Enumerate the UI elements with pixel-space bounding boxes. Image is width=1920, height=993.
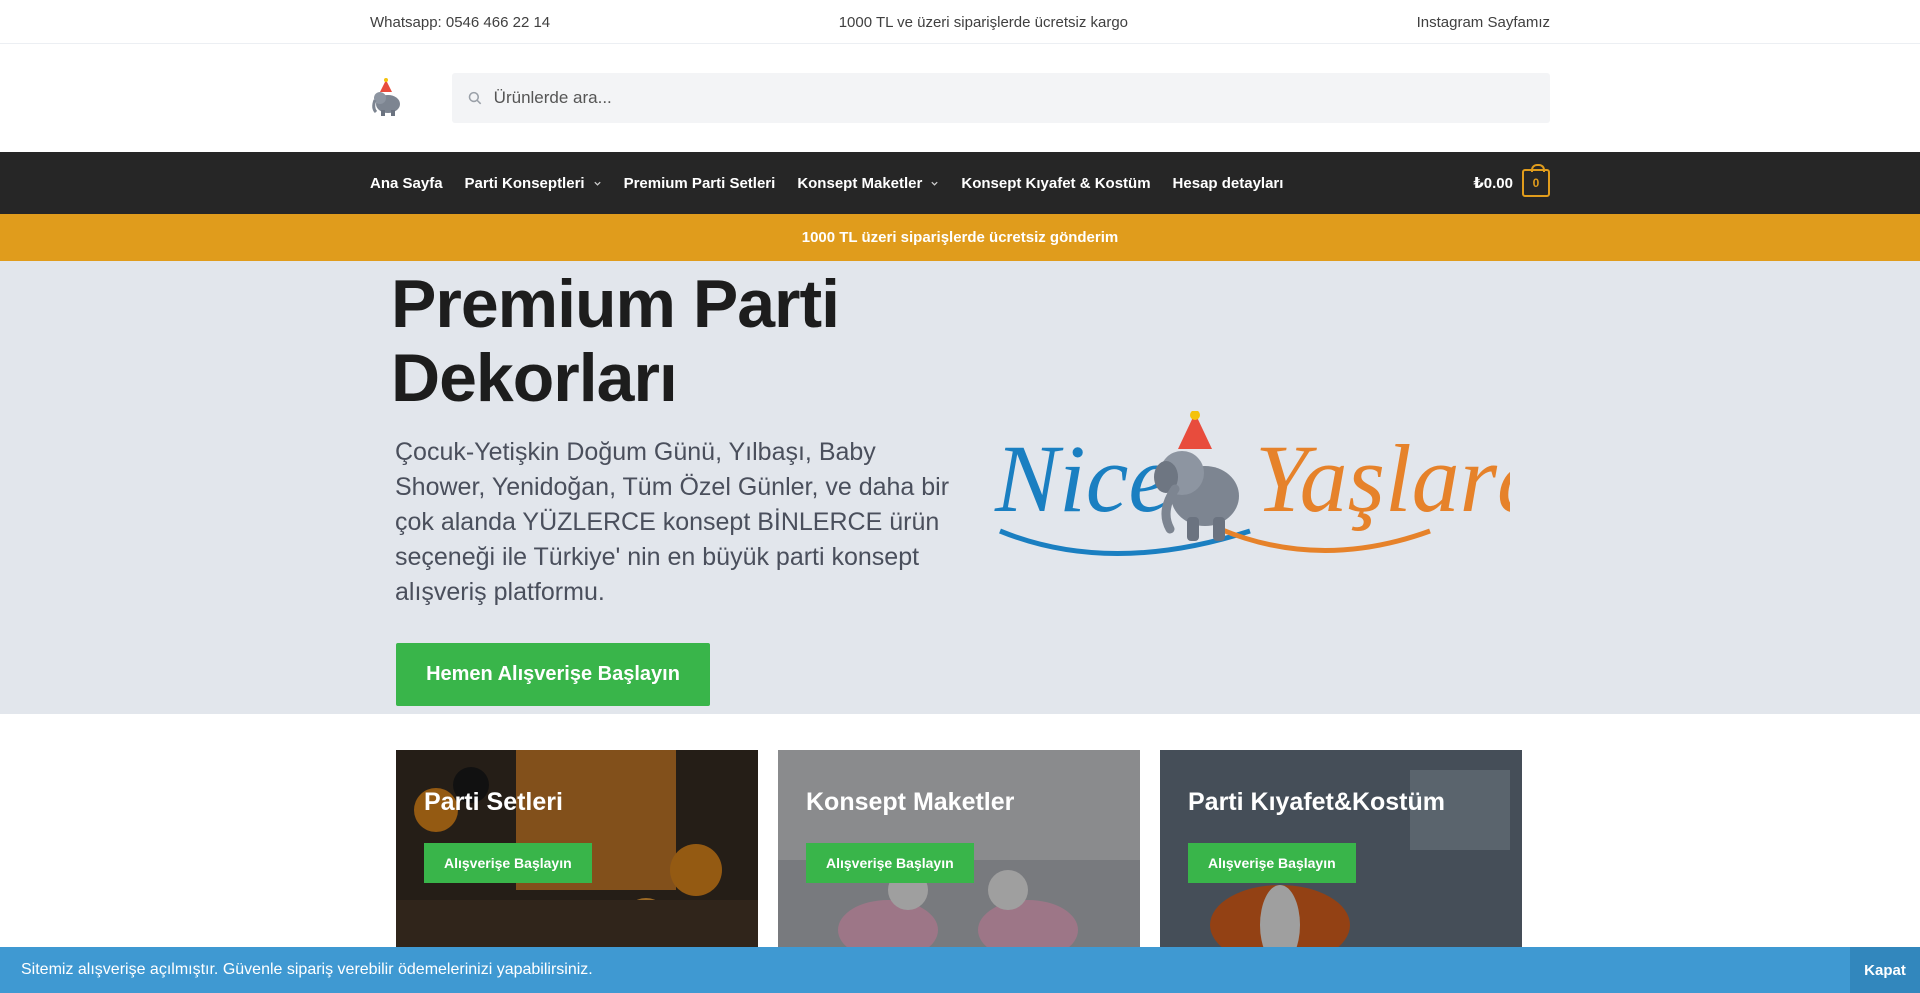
top-bar: Whatsapp: 0546 466 22 14 1000 TL ve üzer… [0,0,1920,44]
card-title: Parti Setleri [424,788,563,816]
card-shop-button[interactable]: Alışverişe Başlayın [1188,843,1356,883]
search-bar[interactable] [452,73,1550,123]
nav-item-concept-models[interactable]: Konsept Maketler [797,175,939,192]
start-shopping-button[interactable]: Hemen Alışverişe Başlayın [396,643,710,706]
cart-count-badge: 0 [1522,164,1550,197]
nav-item-account-details[interactable]: Hesap detayları [1173,175,1284,192]
search-icon [468,91,482,105]
nice-yaslara-logo: Nice Yaşlara [994,411,1510,556]
nav-item-party-concepts[interactable]: Parti Konseptleri [465,175,602,192]
cart-total: ₺0.00 [1473,175,1513,192]
store-notice: Sitemiz alışverişe açılmıştır. Güvenle s… [0,947,1920,993]
hero-title: Premium Parti Dekorları [391,266,840,416]
search-input[interactable] [493,88,1550,108]
nav-item-premium-party-sets[interactable]: Premium Parti Setleri [624,175,776,192]
shipping-info: 1000 TL ve üzeri siparişlerde ücretsiz k… [838,13,1129,31]
notice-close-button[interactable]: Kapat [1850,947,1920,993]
promo-banner: 1000 TL üzeri siparişlerde ücretsiz gönd… [0,214,1920,261]
card-title: Konsept Maketler [806,788,1015,816]
logo-text-nice: Nice [994,425,1171,532]
notice-text: Sitemiz alışverişe açılmıştır. Güvenle s… [21,961,593,978]
nav-item-costumes[interactable]: Konsept Kıyafet & Kostüm [961,175,1150,192]
card-concept-models[interactable]: Konsept Maketler Alışverişe Başlayın [778,750,1140,950]
card-shop-button[interactable]: Alışverişe Başlayın [424,843,592,883]
category-cards: Parti Setleri Alışverişe Başlayın Konsep… [396,750,1522,950]
site-header [0,44,1920,152]
site-logo[interactable] [370,78,406,118]
elephant-logo-icon [372,78,400,116]
main-navigation: Ana Sayfa Parti Konseptleri Premium Part… [0,152,1920,214]
card-party-sets[interactable]: Parti Setleri Alışverişe Başlayın [396,750,758,950]
hero-section: Premium Parti Dekorları Çocuk-Yetişkin D… [0,261,1920,714]
chevron-down-icon [931,181,939,186]
promo-text: 1000 TL üzeri siparişlerde ücretsiz gönd… [801,229,1119,246]
cart-button[interactable]: ₺0.00 0 [1473,164,1550,197]
chevron-down-icon [593,181,601,186]
nav-item-home[interactable]: Ana Sayfa [370,175,443,192]
logo-text-yaslara: Yaşlara [1255,425,1510,532]
whatsapp-link[interactable]: Whatsapp: 0546 466 22 14 [370,14,550,31]
hero-description: Çocuk-Yetişkin Doğum Günü, Yılbaşı, Baby… [395,438,950,606]
card-title: Parti Kıyafet&Kostüm [1188,788,1445,816]
instagram-link[interactable]: Instagram Sayfamız [1417,14,1550,31]
card-shop-button[interactable]: Alışverişe Başlayın [806,843,974,883]
card-costumes[interactable]: Parti Kıyafet&Kostüm Alışverişe Başlayın [1160,750,1522,950]
